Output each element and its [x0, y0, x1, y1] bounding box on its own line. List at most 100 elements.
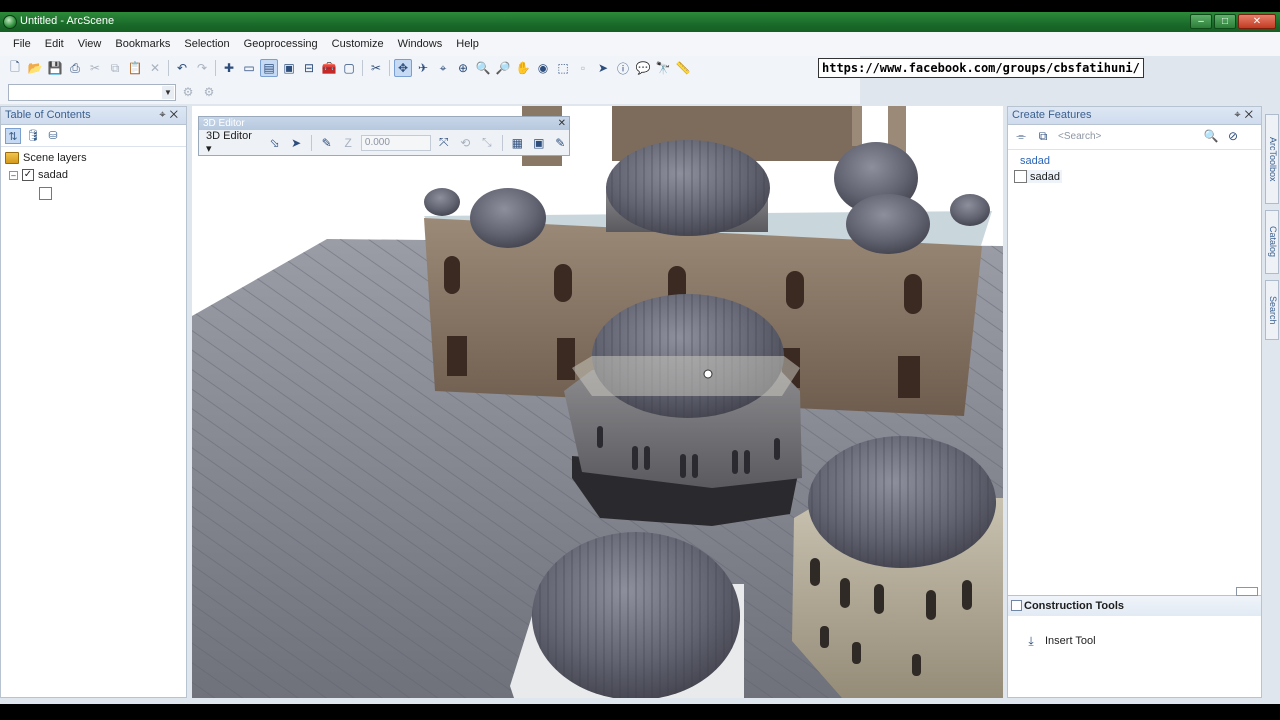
save-icon[interactable]: 💾: [46, 59, 64, 77]
z-value-icon[interactable]: Z: [339, 134, 357, 152]
menu-view[interactable]: View: [71, 38, 109, 50]
search-icon[interactable]: 🔍: [1202, 127, 1220, 145]
scene-properties-icon[interactable]: ▭: [240, 59, 258, 77]
panel-splitter-grip[interactable]: [1236, 587, 1258, 596]
rotate-icon[interactable]: ⟲: [457, 134, 475, 152]
close-icon[interactable]: ✕: [558, 117, 566, 130]
identify-icon[interactable]: ⓘ: [614, 59, 632, 77]
undo-icon[interactable]: ↶: [173, 59, 191, 77]
full-extent-icon[interactable]: ◉: [534, 59, 552, 77]
new-document-icon[interactable]: 🗋: [6, 59, 24, 77]
clear-selection-icon[interactable]: ▫: [574, 59, 592, 77]
edit-tool-icon[interactable]: ➤: [287, 134, 305, 152]
dock-tab-search[interactable]: Search: [1265, 280, 1279, 340]
paste-icon[interactable]: 📋: [126, 59, 144, 77]
pin-icon[interactable]: ⌖: [1234, 109, 1244, 121]
insert-tool-item[interactable]: ⤓ Insert Tool: [1022, 632, 1095, 650]
menu-geoprocessing[interactable]: Geoprocessing: [237, 38, 325, 50]
menu-bookmarks[interactable]: Bookmarks: [108, 38, 177, 50]
editor-3d-title-bar[interactable]: 3D Editor ✕: [199, 117, 569, 130]
layer-visibility-checkbox[interactable]: ✓: [22, 169, 34, 181]
organize-templates-icon[interactable]: ⧉: [1034, 127, 1052, 145]
editor-3d-menu[interactable]: 3D Editor ▾: [203, 130, 262, 155]
sketch-properties-icon[interactable]: ▣: [530, 134, 548, 152]
cut-icon[interactable]: ✂: [86, 59, 104, 77]
video-letterbox-top: [0, 0, 1280, 12]
list-by-visibility-icon[interactable]: ⛁: [45, 128, 61, 144]
measure-icon[interactable]: 📏: [674, 59, 692, 77]
target-center-icon[interactable]: ⌖: [434, 59, 452, 77]
html-popup-icon[interactable]: 💬: [634, 59, 652, 77]
scene-layers-label: Scene layers: [23, 152, 87, 164]
menu-help[interactable]: Help: [449, 38, 486, 50]
filter-icon[interactable]: ⌯: [1012, 127, 1030, 145]
editor-3d-title: 3D Editor: [203, 118, 245, 129]
layer-tool-icon[interactable]: ⚙: [179, 83, 197, 101]
select-features-icon[interactable]: ⬚: [554, 59, 572, 77]
select-elements-icon[interactable]: ➤: [594, 59, 612, 77]
move-icon[interactable]: ⤧: [435, 134, 453, 152]
zoom-out-icon[interactable]: 🔎: [494, 59, 512, 77]
close-icon[interactable]: ✕: [1245, 109, 1257, 121]
find-icon[interactable]: 🔭: [654, 59, 672, 77]
arctoolbox-icon[interactable]: 🧰: [320, 59, 338, 77]
menu-edit[interactable]: Edit: [38, 38, 71, 50]
editor-tool-icon[interactable]: ✂: [367, 59, 385, 77]
z-value-input[interactable]: 0.000: [360, 134, 432, 151]
open-folder-icon[interactable]: 📂: [26, 59, 44, 77]
layer-options-icon[interactable]: ⚙: [200, 83, 218, 101]
maximize-button[interactable]: □: [1214, 14, 1236, 29]
toc-title: Table of Contents: [5, 109, 91, 121]
zoom-in-icon[interactable]: 🔍: [474, 59, 492, 77]
menu-windows[interactable]: Windows: [391, 38, 450, 50]
scale-icon[interactable]: ⤡: [478, 134, 496, 152]
search-window-icon[interactable]: ⊟: [300, 59, 318, 77]
menu-selection[interactable]: Selection: [177, 38, 236, 50]
scene-canvas[interactable]: [192, 106, 1003, 698]
clear-search-icon[interactable]: ⊘: [1224, 127, 1242, 145]
edit-vertices-icon[interactable]: ⬂: [266, 134, 284, 152]
delete-icon[interactable]: ✕: [146, 59, 164, 77]
attributes-icon[interactable]: ▦: [509, 134, 527, 152]
pin-icon[interactable]: ⌖: [159, 109, 169, 121]
toolbar-separator: [389, 60, 390, 76]
layer-dropdown[interactable]: ▼: [8, 83, 176, 101]
toc-layer-symbol-row[interactable]: [39, 187, 52, 200]
close-icon[interactable]: ✕: [170, 109, 182, 121]
list-by-source-icon[interactable]: 🛢: [25, 128, 41, 144]
dock-tab-arctoolbox[interactable]: ArcToolbox: [1265, 114, 1279, 204]
template-symbol-swatch: [1014, 170, 1027, 183]
template-search-input[interactable]: <Search>: [1058, 131, 1198, 142]
menu-customize[interactable]: Customize: [325, 38, 391, 50]
dock-tab-catalog[interactable]: Catalog: [1265, 210, 1279, 274]
fly-icon[interactable]: ✈: [414, 59, 432, 77]
redo-icon[interactable]: ↷: [193, 59, 211, 77]
catalog-icon[interactable]: ▣: [280, 59, 298, 77]
feature-template-item[interactable]: sadad: [1014, 170, 1062, 183]
construction-tools-section: Construction Tools ⤓ Insert Tool: [1008, 595, 1261, 698]
toc-scene-layers-row[interactable]: Scene layers: [5, 152, 87, 164]
navigate-icon[interactable]: ✥: [394, 59, 412, 77]
scene-view[interactable]: [192, 106, 1003, 698]
zoom-to-target-icon[interactable]: ⊕: [454, 59, 472, 77]
layer-symbol-swatch[interactable]: [39, 187, 52, 200]
arcscene-app-icon[interactable]: [3, 15, 17, 29]
add-data-icon[interactable]: ✚: [220, 59, 238, 77]
print-icon[interactable]: ⎙: [66, 59, 84, 77]
sketch-tool-icon[interactable]: ✎: [318, 134, 336, 152]
python-window-icon[interactable]: ▢: [340, 59, 358, 77]
table-of-contents-toggle-icon[interactable]: ▤: [260, 59, 278, 77]
minimize-button[interactable]: –: [1190, 14, 1212, 29]
scene-layers-icon: [5, 152, 19, 164]
pan-icon[interactable]: ✋: [514, 59, 532, 77]
upper-dome-right-lower: [846, 194, 930, 254]
toc-layer-row[interactable]: – ✓ sadad: [9, 169, 68, 181]
create-features-header-buttons: ⌖✕: [1234, 107, 1257, 124]
copy-icon[interactable]: ⧉: [106, 59, 124, 77]
create-features-icon[interactable]: ✎: [552, 134, 570, 152]
list-by-drawing-order-icon[interactable]: ⇅: [5, 127, 21, 144]
collapse-icon[interactable]: –: [9, 170, 18, 180]
close-button[interactable]: ✕: [1238, 14, 1276, 29]
menu-file[interactable]: File: [6, 38, 38, 50]
maximize-icon: □: [1221, 16, 1229, 27]
